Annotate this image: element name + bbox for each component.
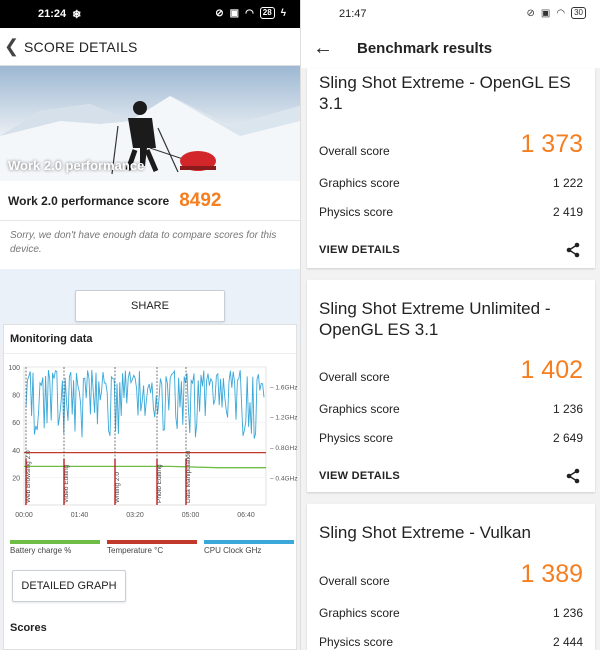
monitoring-chart[interactable]: 20 40 60 80 100 – 0.4GHz – 0.8GHz – 1.2GHz – 1.6… (4, 359, 298, 559)
physics-score-value: 2 444 (552, 635, 583, 649)
hero-label: Work 2.0 performance (8, 158, 145, 173)
battery-line (24, 465, 266, 469)
y-tick-label: 20 (12, 475, 20, 482)
y2-tick-label: – 1.6GHz (270, 384, 297, 391)
graphics-score-value: 1 222 (552, 176, 583, 190)
view-details-button[interactable]: VIEW DETAILS (319, 470, 400, 482)
physics-score-value: 2 419 (552, 205, 583, 219)
cpu-clock-line (25, 369, 265, 439)
battery-icon: 28 (259, 7, 275, 19)
hero-image: Work 2.0 performance (0, 66, 300, 181)
plot-frame (23, 366, 267, 506)
status-time: 21:24 (38, 8, 67, 20)
x-tick-label: 06:40 (237, 512, 255, 519)
physics-score-label: Physics score (319, 431, 394, 445)
app-bar: ❮ SCORE DETAILS (0, 28, 300, 66)
app-bar-right: ← Benchmark results (301, 28, 600, 68)
monitoring-card: Monitoring data 20 40 60 80 100 – 0.4GHz – 0.8… (3, 324, 297, 650)
page-title: SCORE DETAILS (24, 38, 138, 55)
y-tick-label: 100 (8, 365, 20, 372)
y2-tick-label: – 1.2GHz (270, 415, 297, 422)
view-details-button[interactable]: VIEW DETAILS (319, 244, 400, 256)
left-screen: 21:24 ❄ ⊘ ▣ ◠ 28 ϟ ❮ SCORE DETAILS Work … (0, 0, 300, 650)
performance-score-row: Work 2.0 performance score 8492 (0, 181, 300, 221)
wifi-icon: ◠ (245, 7, 254, 19)
legend-battery-label: Battery charge % (10, 546, 72, 555)
y2-tick-label: – 0.4GHz (270, 475, 297, 482)
overall-score-label: Overall score (319, 144, 390, 158)
back-icon[interactable]: ❮ (4, 36, 24, 57)
charging-icon: ϟ (280, 7, 286, 19)
sim-icon: ▣ (540, 7, 551, 19)
mute-icon: ⊘ (526, 7, 535, 19)
card-title: Sling Shot Extreme - Vulkan (319, 523, 531, 542)
share-button[interactable]: SHARE (75, 290, 225, 322)
right-screen: 21:47 ⊘ ▣ ◠ 30 ← Benchmark results Sling… (300, 0, 600, 650)
overall-score-value: 1 389 (520, 560, 583, 588)
legend-cpu: CPU Clock GHz (204, 540, 294, 555)
x-tick-label: 05:00 (182, 512, 200, 519)
graphics-score-label: Graphics score (319, 176, 400, 190)
y2-tick-label: – 0.8GHz (270, 445, 297, 452)
monitoring-title: Monitoring data (4, 325, 296, 354)
back-arrow-icon[interactable]: ← (313, 37, 357, 60)
wifi-icon: ◠ (556, 7, 566, 19)
sim-icon: ▣ (229, 7, 240, 19)
result-card-opengl: Sling Shot Extreme - OpenGL ES 3.1 Overa… (307, 68, 595, 268)
result-card-unlimited: Sling Shot Extreme Unlimited - OpenGL ES… (307, 280, 595, 492)
status-time-right: 21:47 (339, 8, 367, 20)
physics-score-label: Physics score (319, 205, 394, 219)
legend-temperature: Temperature °C (107, 540, 197, 555)
battery-icon: 30 (571, 7, 586, 19)
status-bar-right: 21:47 ⊘ ▣ ◠ 30 (301, 0, 600, 28)
score-value: 8492 (179, 189, 222, 211)
x-tick-label: 03:20 (126, 512, 144, 519)
graphics-score-value: 1 236 (552, 402, 583, 416)
card-title: Sling Shot Extreme - OpenGL ES 3.1 (319, 73, 571, 113)
page-title-right: Benchmark results (357, 39, 493, 57)
y-tick-label: 80 (12, 393, 20, 400)
overall-score-label: Overall score (319, 370, 390, 384)
x-tick-label: 01:40 (71, 512, 89, 519)
graphics-score-label: Graphics score (319, 402, 400, 416)
chart-legend: Battery charge % Temperature °C CPU Cloc… (10, 540, 294, 555)
y-tick-label: 60 (12, 420, 20, 427)
graphics-score-value: 1 236 (552, 606, 583, 620)
overall-score-value: 1 373 (520, 130, 583, 158)
mute-icon: ⊘ (215, 7, 224, 19)
overall-score-label: Overall score (319, 574, 390, 588)
overall-score-value: 1 402 (520, 356, 583, 384)
snowflake-icon: ❄ (72, 8, 82, 21)
graphics-score-label: Graphics score (319, 606, 400, 620)
physics-score-label: Physics score (319, 635, 394, 649)
legend-battery: Battery charge % (10, 540, 100, 555)
legend-temperature-label: Temperature °C (107, 546, 164, 555)
score-label: Work 2.0 performance score (8, 193, 170, 208)
legend-cpu-label: CPU Clock GHz (204, 546, 262, 555)
share-icon[interactable] (565, 242, 581, 258)
y-tick-label: 40 (12, 448, 20, 455)
compare-message: Sorry, we don't have enough data to comp… (0, 221, 300, 269)
detailed-graph-button[interactable]: DETAILED GRAPH (12, 570, 126, 602)
card-title: Sling Shot Extreme Unlimited - OpenGL ES… (319, 299, 551, 339)
x-tick-label: 00:00 (15, 512, 33, 519)
physics-score-value: 2 649 (552, 431, 583, 445)
share-icon[interactable] (565, 468, 581, 484)
result-card-vulkan: Sling Shot Extreme - Vulkan Overall scor… (307, 504, 595, 650)
status-bar: 21:24 ❄ ⊘ ▣ ◠ 28 ϟ (0, 0, 300, 28)
scores-heading: Scores (10, 622, 47, 634)
